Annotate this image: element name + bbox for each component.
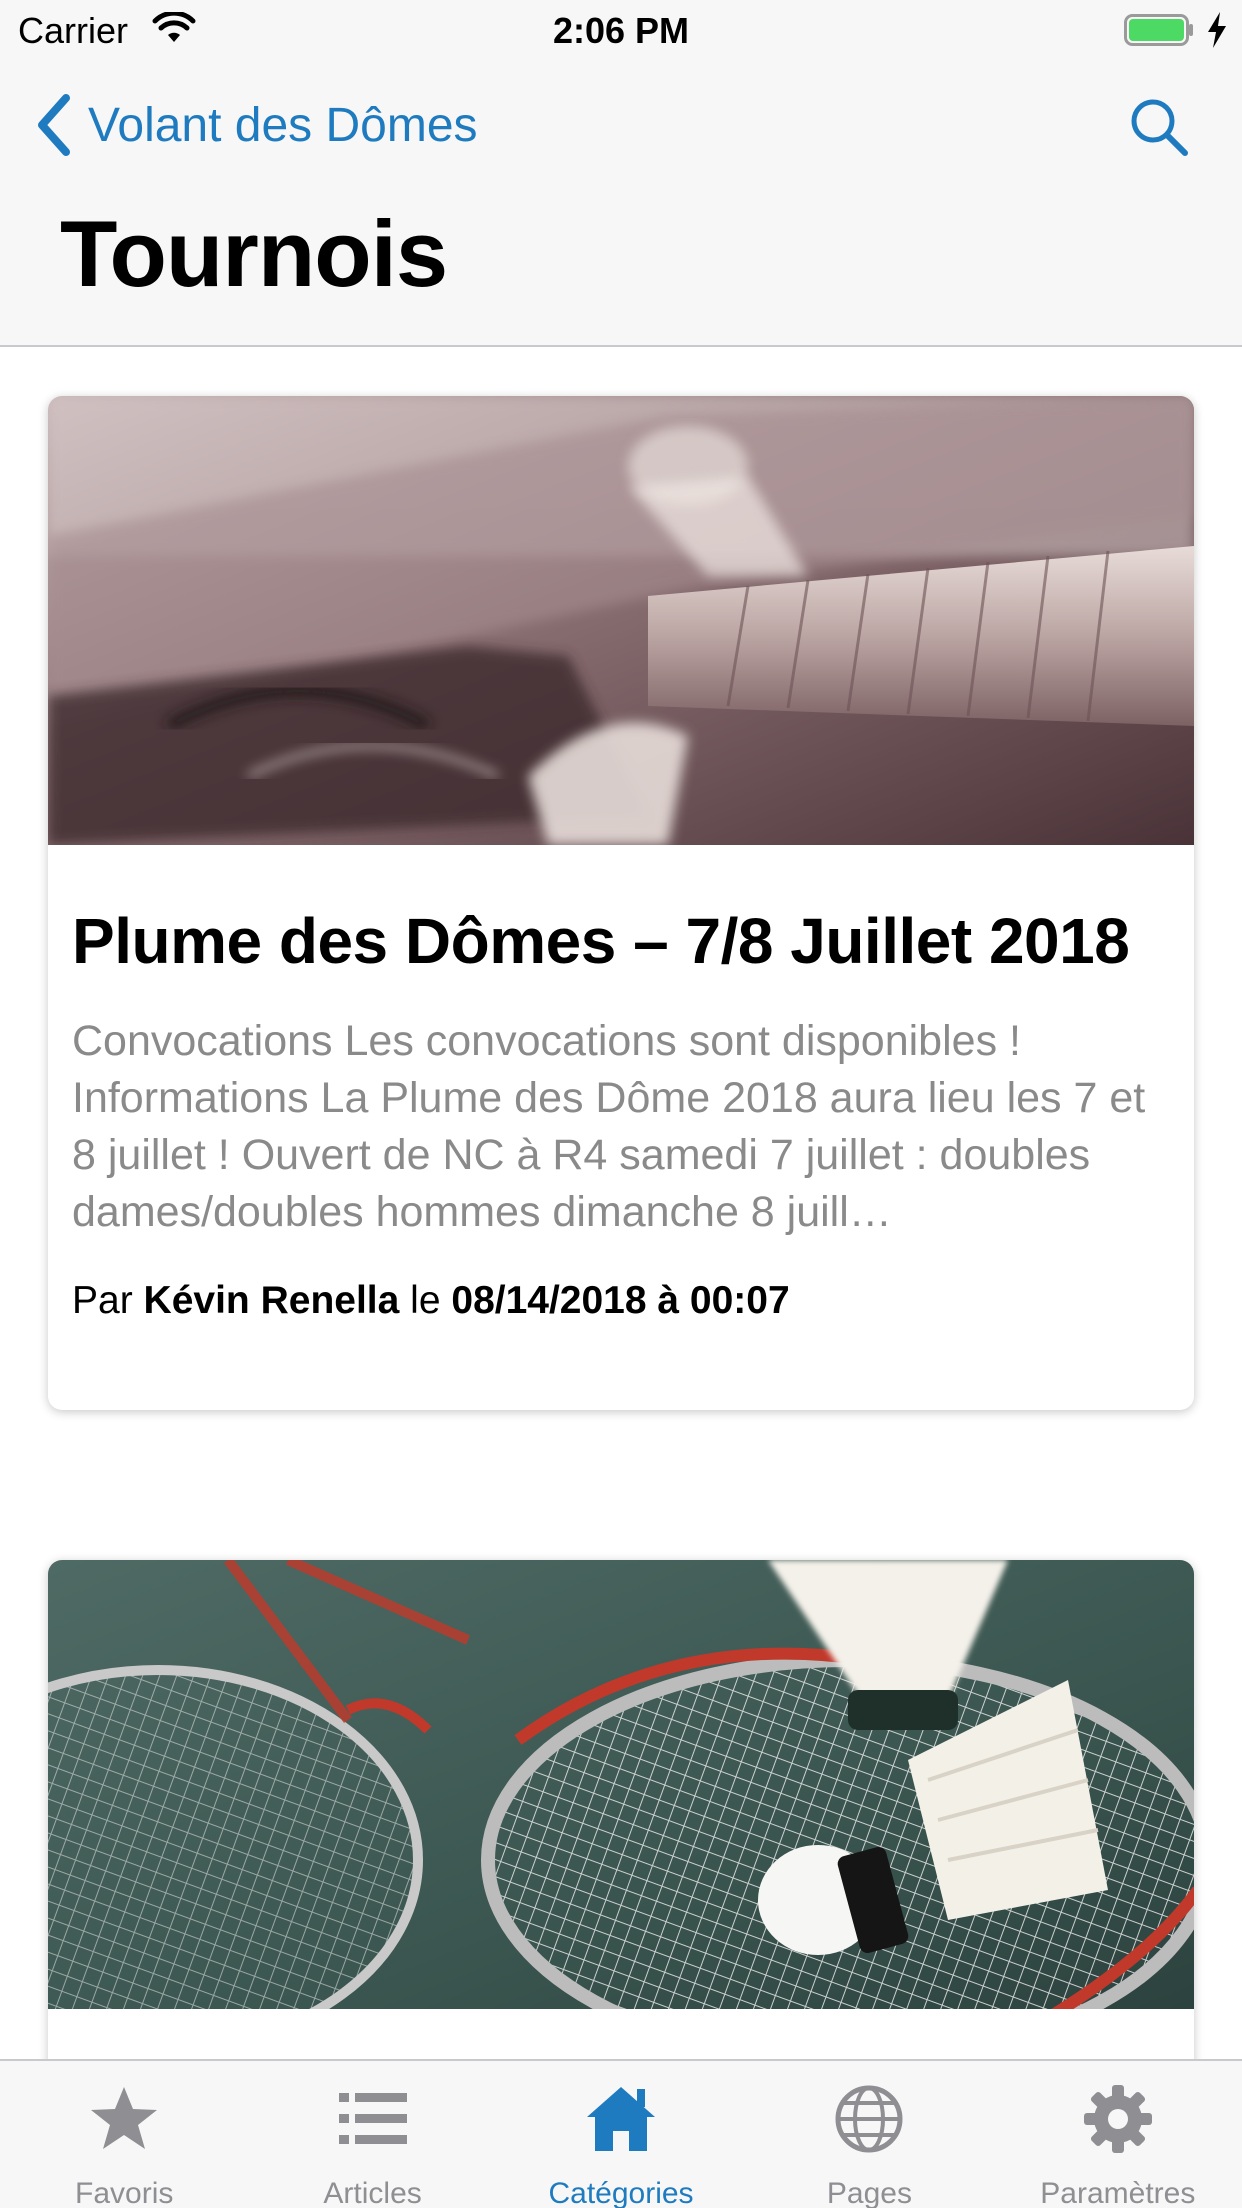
back-button[interactable]: Volant des Dômes	[34, 90, 478, 160]
page-title: Tournois	[60, 201, 448, 306]
article-author: Kévin Renella	[143, 1279, 400, 1322]
article-image	[48, 396, 1194, 845]
back-button-label: Volant des Dômes	[88, 98, 478, 152]
tab-parametres[interactable]: Paramètres	[994, 2061, 1242, 2208]
gear-icon	[1083, 2085, 1152, 2153]
tab-pages[interactable]: Pages	[745, 2061, 993, 2208]
article-date: 08/14/2018 à 00:07	[451, 1279, 790, 1322]
tab-label: Favoris	[75, 2177, 174, 2208]
article-image	[48, 1560, 1194, 2009]
tab-label: Paramètres	[1040, 2177, 1196, 2208]
tab-favoris[interactable]: Favoris	[0, 2061, 248, 2208]
tab-label: Articles	[323, 2177, 422, 2208]
tab-bar: Favoris Articles Catégories Pages Paramè…	[0, 2059, 1242, 2208]
star-icon	[91, 2087, 158, 2149]
tab-articles[interactable]: Articles	[248, 2061, 496, 2208]
charging-icon	[1208, 12, 1226, 48]
article-title: Plume des Dômes – 7/8 Juillet 2018	[72, 905, 1130, 977]
meta-prefix: Par	[72, 1279, 133, 1322]
article-excerpt: Convocations Les convocations sont dispo…	[72, 1017, 1146, 1236]
battery-icon	[1124, 14, 1193, 46]
article-list[interactable]: Plume des Dômes – 7/8 Juillet 2018 Convo…	[0, 349, 1242, 2059]
meta-mid: le	[410, 1279, 441, 1322]
article-card[interactable]: Plume des Dômes – 7/8 Juillet 2018 Convo…	[48, 396, 1194, 1410]
tab-label: Catégories	[548, 2177, 694, 2208]
status-bar: Carrier 2:06 PM	[0, 0, 1242, 60]
article-card[interactable]	[48, 1560, 1194, 2059]
search-icon[interactable]	[1128, 96, 1190, 158]
tab-categories[interactable]: Catégories	[497, 2061, 745, 2208]
home-icon	[587, 2087, 656, 2151]
status-time: 2:06 PM	[552, 10, 690, 51]
article-meta: Par Kévin Renella le 08/14/2018 à 00:07	[72, 1279, 1170, 1323]
chevron-left-icon	[38, 94, 70, 156]
globe-icon	[835, 2085, 903, 2153]
navigation-bar: Volant des Dômes Tournois	[0, 60, 1242, 347]
tab-label: Pages	[826, 2177, 912, 2208]
list-icon	[338, 2093, 407, 2144]
